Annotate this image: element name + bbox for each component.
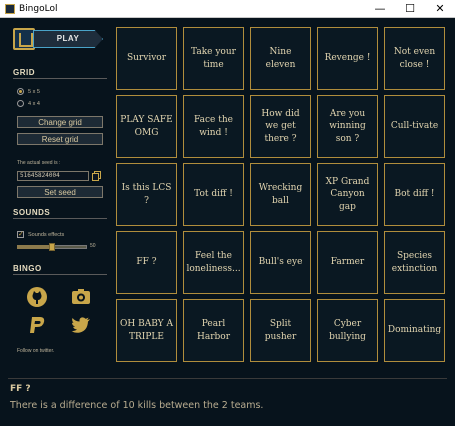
minimize-button[interactable]: —: [365, 0, 395, 18]
twitter-icon[interactable]: [70, 314, 92, 336]
play-button-label: PLAY: [56, 34, 80, 43]
bingo-cell[interactable]: Split pusher: [250, 299, 311, 362]
bingo-cell[interactable]: Tot diff !: [183, 163, 244, 226]
seed-label: The actual seed is :: [17, 160, 61, 166]
sidebar: PLAY GRID 5 x 5 4 x 4 Change grid Reset …: [0, 18, 110, 378]
bingo-cell[interactable]: Wrecking ball: [250, 163, 311, 226]
league-logo-icon: [13, 28, 35, 50]
radio-4x4-dot[interactable]: [17, 100, 24, 107]
set-seed-button[interactable]: Set seed: [17, 186, 103, 198]
window-titlebar: BingoLol — ☐ ✕: [0, 0, 455, 18]
selected-cell-title: FF ?: [10, 384, 31, 394]
bingo-cell[interactable]: Bot diff !: [384, 163, 445, 226]
bingo-cell[interactable]: Cull-tivate: [384, 95, 445, 158]
bingo-cell[interactable]: How did we get there ?: [250, 95, 311, 158]
bingo-cell[interactable]: Feel the loneliness...: [183, 231, 244, 294]
bingo-cell[interactable]: Farmer: [317, 231, 378, 294]
bingo-divider: [13, 274, 107, 275]
bingo-cell[interactable]: Bull's eye: [250, 231, 311, 294]
bingo-grid: Survivor Take your time Nine eleven Revenge…: [116, 27, 445, 366]
copy-icon[interactable]: [92, 171, 101, 181]
volume-slider-fill: [17, 245, 52, 249]
selected-cell-description: There is a difference of 10 kills betwee…: [10, 400, 264, 411]
bingo-cell[interactable]: Revenge !: [317, 27, 378, 90]
bingo-cell[interactable]: Face the wind !: [183, 95, 244, 158]
radio-5x5-dot[interactable]: [17, 88, 24, 95]
sounds-heading: SOUNDS: [13, 208, 51, 217]
bingo-cell[interactable]: OH BABY A TRIPLE: [116, 299, 177, 362]
bingo-cell[interactable]: XP Grand Canyon gap: [317, 163, 378, 226]
volume-slider-thumb[interactable]: [49, 243, 55, 251]
sounds-divider: [13, 218, 107, 219]
radio-5x5[interactable]: 5 x 5: [17, 88, 40, 95]
close-button[interactable]: ✕: [425, 0, 455, 18]
maximize-button[interactable]: ☐: [395, 0, 425, 18]
bingo-cell[interactable]: Take your time: [183, 27, 244, 90]
bingo-cell[interactable]: Dominating: [384, 299, 445, 362]
change-grid-button[interactable]: Change grid: [17, 116, 103, 128]
bingo-cell[interactable]: FF ?: [116, 231, 177, 294]
radio-4x4[interactable]: 4 x 4: [17, 100, 40, 107]
bingo-heading: BINGO: [13, 264, 42, 273]
volume-value: 50: [90, 243, 96, 249]
camera-icon[interactable]: [70, 286, 92, 308]
app-icon: [5, 3, 15, 14]
sound-effects-checkbox[interactable]: [17, 230, 24, 238]
footer-divider: [8, 378, 447, 379]
github-icon[interactable]: [26, 286, 48, 308]
volume-slider[interactable]: [17, 243, 87, 251]
bingo-cell[interactable]: Survivor: [116, 27, 177, 90]
bingo-cell[interactable]: Cyber bullying: [317, 299, 378, 362]
bingo-cell[interactable]: Pearl Harbor: [183, 299, 244, 362]
grid-heading: GRID: [13, 68, 35, 77]
play-button[interactable]: PLAY: [13, 28, 103, 50]
sound-effects-toggle[interactable]: Sounds effects: [17, 230, 65, 238]
bingo-cell[interactable]: Nine eleven: [250, 27, 311, 90]
bingo-cell[interactable]: PLAY SAFE OMG: [116, 95, 177, 158]
grid-divider: [13, 78, 107, 79]
window-title: BingoLol: [19, 3, 58, 14]
bingo-cell[interactable]: Is this LCS ?: [116, 163, 177, 226]
app-area: PLAY GRID 5 x 5 4 x 4 Change grid Reset …: [0, 18, 455, 426]
follow-text: Follow on twitter.: [17, 348, 55, 354]
paypal-icon[interactable]: [26, 314, 48, 336]
seed-field[interactable]: 51645824004: [17, 171, 89, 181]
window-controls: — ☐ ✕: [365, 0, 455, 18]
bingo-cell[interactable]: Species extinction: [384, 231, 445, 294]
bingo-cell[interactable]: Are you winning son ?: [317, 95, 378, 158]
radio-5x5-label: 5 x 5: [28, 88, 40, 95]
radio-4x4-label: 4 x 4: [28, 100, 40, 107]
bingo-cell[interactable]: Not even close !: [384, 27, 445, 90]
sound-effects-label: Sounds effects: [28, 231, 65, 238]
reset-grid-button[interactable]: Reset grid: [17, 133, 103, 145]
